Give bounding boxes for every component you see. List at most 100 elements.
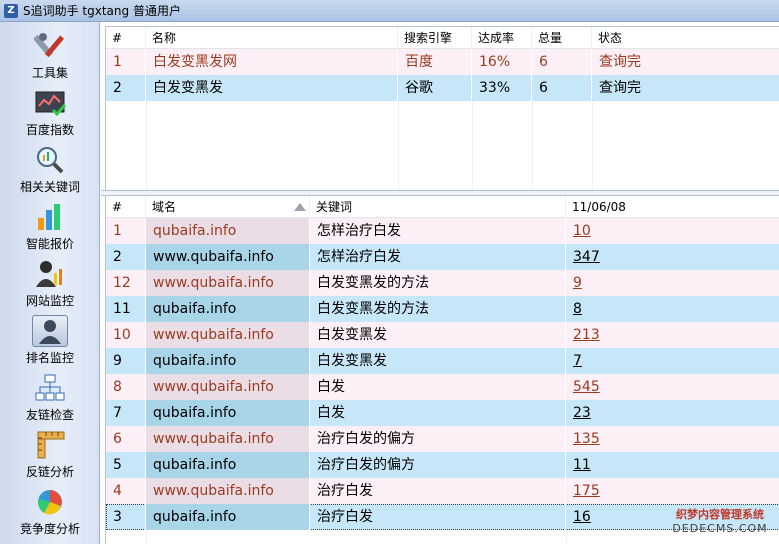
table-row[interactable]: 2 白发变黑发 谷歌 33% 6 查询完 (106, 75, 779, 101)
cell-keyword: 白发变黑发 (310, 348, 566, 374)
rank-link[interactable]: 9 (573, 275, 582, 291)
rank-link[interactable]: 8 (573, 301, 582, 317)
cell-domain: qubaifa.info (146, 400, 310, 426)
cell-keyword: 白发 (310, 400, 566, 426)
ranking-table-header: # 域名 关键词 11/06/08 (106, 196, 779, 218)
baidu-index-icon (32, 87, 68, 119)
sidebar-item-related-keywords[interactable]: 相关关键词 (8, 144, 92, 201)
rank-link[interactable]: 545 (573, 379, 600, 395)
cell-domain: www.qubaifa.info (146, 270, 310, 296)
window-title: S追词助手 tgxtang 普通用户 (23, 4, 181, 18)
table-row[interactable]: 2 www.qubaifa.info 怎样治疗白发 347 (106, 244, 779, 270)
cell-num: 4 (106, 478, 146, 504)
cell-rank[interactable]: 7 (566, 348, 779, 374)
sidebar-item-label: 反链分析 (25, 465, 74, 479)
app-logo-icon: Z (4, 3, 18, 18)
cell-domain: qubaifa.info (146, 452, 310, 478)
cell-rank[interactable]: 347 (566, 244, 779, 270)
cell-rank[interactable]: 175 (566, 478, 779, 504)
table-row[interactable]: 4 www.qubaifa.info 治疗白发 175 (106, 478, 779, 504)
cell-num: 11 (106, 296, 146, 322)
column-header-domain[interactable]: 域名 (146, 196, 310, 218)
rank-link[interactable]: 10 (573, 223, 591, 239)
sidebar-item-baidu-index[interactable]: 百度指数 (8, 87, 92, 144)
cell-total: 6 (532, 49, 592, 75)
rank-link[interactable]: 175 (573, 483, 600, 499)
cell-keyword: 治疗白发 (310, 504, 566, 530)
rank-link[interactable]: 347 (573, 249, 600, 265)
cell-num: 1 (106, 218, 146, 244)
person-icon (32, 315, 68, 347)
sidebar-item-rank-monitor[interactable]: 排名监控 (8, 315, 92, 372)
sidebar-item-competition-analysis[interactable]: 竞争度分析 (8, 486, 92, 543)
column-header-num[interactable]: # (106, 196, 146, 218)
cell-keyword: 治疗白发的偏方 (310, 426, 566, 452)
cell-status: 查询完 (592, 49, 779, 75)
rank-link[interactable]: 11 (573, 457, 591, 473)
column-header-name[interactable]: 名称 (146, 27, 398, 49)
cell-domain: qubaifa.info (146, 218, 310, 244)
table-row[interactable]: 1 白发变黑发网 百度 16% 6 查询完 (106, 49, 779, 75)
table-row[interactable]: 9 qubaifa.info 白发变黑发 7 (106, 348, 779, 374)
sidebar-item-backlink-analysis[interactable]: 反链分析 (8, 429, 92, 486)
ruler-icon (32, 429, 68, 461)
table-row[interactable]: 5 qubaifa.info 治疗白发的偏方 11 (106, 452, 779, 478)
table-row[interactable]: 11 qubaifa.info 白发变黑发的方法 8 (106, 296, 779, 322)
rank-link[interactable]: 135 (573, 431, 600, 447)
cell-domain: www.qubaifa.info (146, 244, 310, 270)
table-row[interactable]: 6 www.qubaifa.info 治疗白发的偏方 135 (106, 426, 779, 452)
sidebar-item-label: 竞争度分析 (19, 522, 80, 536)
rank-link[interactable]: 7 (573, 353, 582, 369)
table-row[interactable]: 8 www.qubaifa.info 白发 545 (106, 374, 779, 400)
tools-icon (32, 30, 68, 62)
column-header-num[interactable]: # (106, 27, 146, 49)
cell-rank[interactable]: 9 (566, 270, 779, 296)
cell-total: 6 (532, 75, 592, 101)
cell-engine: 百度 (398, 49, 472, 75)
cell-domain: www.qubaifa.info (146, 374, 310, 400)
cell-keyword: 治疗白发的偏方 (310, 452, 566, 478)
sidebar-item-smart-quote[interactable]: 智能报价 (8, 201, 92, 258)
cell-keyword: 治疗白发 (310, 478, 566, 504)
cell-rank[interactable]: 135 (566, 426, 779, 452)
cell-keyword: 怎样治疗白发 (310, 218, 566, 244)
sidebar-item-site-monitor[interactable]: 网站监控 (8, 258, 92, 315)
column-header-engine[interactable]: 搜索引擎 (398, 27, 472, 49)
cell-rank[interactable]: 10 (566, 218, 779, 244)
column-header-date[interactable]: 11/06/08 (566, 196, 779, 218)
rank-link[interactable]: 213 (573, 327, 600, 343)
cell-keyword: 白发变黑发 (310, 322, 566, 348)
cell-rank[interactable]: 23 (566, 400, 779, 426)
cell-num: 2 (106, 244, 146, 270)
rank-link[interactable]: 23 (573, 405, 591, 421)
table-row[interactable]: 7 qubaifa.info 白发 23 (106, 400, 779, 426)
table-row[interactable]: 10 www.qubaifa.info 白发变黑发 213 (106, 322, 779, 348)
cell-num: 9 (106, 348, 146, 374)
sitemap-icon (32, 372, 68, 404)
cell-rank[interactable]: 545 (566, 374, 779, 400)
bar-chart-icon (32, 201, 68, 233)
column-header-keyword[interactable]: 关键词 (310, 196, 566, 218)
cell-domain: www.qubaifa.info (146, 478, 310, 504)
ranking-table: # 域名 关键词 11/06/08 1 qubaifa.info 怎样治疗白发 10 2… (105, 196, 779, 544)
cell-name: 白发变黑发 (146, 75, 398, 101)
magnifier-icon (32, 144, 68, 176)
cell-num: 8 (106, 374, 146, 400)
column-header-total[interactable]: 总量 (532, 27, 592, 49)
sidebar-item-tools[interactable]: 工具集 (8, 30, 92, 87)
cell-rank[interactable]: 213 (566, 322, 779, 348)
rank-link[interactable]: 16 (573, 509, 591, 525)
column-header-rate[interactable]: 达成率 (472, 27, 532, 49)
sidebar-item-label: 排名监控 (25, 351, 74, 365)
sidebar-item-link-check[interactable]: 友链检查 (8, 372, 92, 429)
watermark: 织梦内容管理系统 DEDECMS.COM (664, 508, 776, 536)
cell-rank[interactable]: 11 (566, 452, 779, 478)
pie-chart-icon (32, 486, 68, 518)
cell-rank[interactable]: 8 (566, 296, 779, 322)
table-row[interactable]: 1 qubaifa.info 怎样治疗白发 10 (106, 218, 779, 244)
column-header-status[interactable]: 状态 (592, 27, 779, 49)
table-row[interactable]: 12 www.qubaifa.info 白发变黑发的方法 9 (106, 270, 779, 296)
cell-keyword: 白发 (310, 374, 566, 400)
cell-domain: www.qubaifa.info (146, 322, 310, 348)
sidebar-item-label: 友链检查 (25, 408, 74, 422)
